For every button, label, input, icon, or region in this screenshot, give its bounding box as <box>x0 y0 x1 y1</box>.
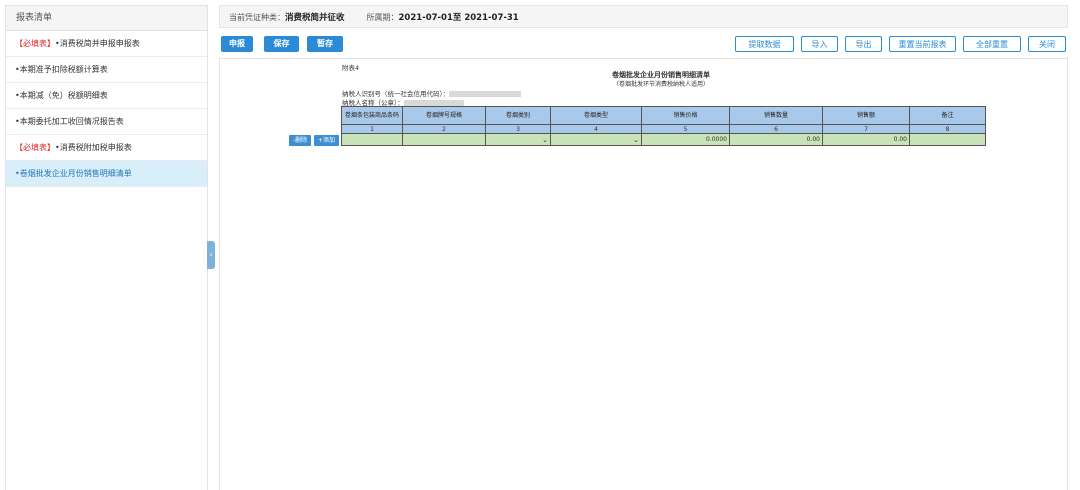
column-number: 5 <box>641 124 730 134</box>
fetch-data-button[interactable]: 提取数据 <box>735 36 794 52</box>
remark-input[interactable] <box>909 133 986 146</box>
column-header: 卷烟类型 <box>550 106 642 125</box>
temp-save-button[interactable]: 暂存 <box>307 36 343 52</box>
column-number-row: 1 2 3 4 5 6 7 8 <box>341 124 986 134</box>
required-tag: 【必填表】 <box>15 39 55 48</box>
sidebar-collapse-handle[interactable]: ‹ <box>207 241 215 269</box>
column-number: 2 <box>402 124 486 134</box>
declare-button[interactable]: 申报 <box>221 36 253 52</box>
table-header-row: 卷烟条包装商品条码 卷烟牌号规格 卷烟类别 卷烟类型 销售价格 销售数量 销售额… <box>341 106 986 125</box>
delete-row-button[interactable]: -删除 <box>289 135 311 146</box>
column-header: 卷烟类别 <box>485 106 551 125</box>
category-label: 当前凭证种类： <box>229 13 285 22</box>
period-label: 所属期： <box>366 13 399 22</box>
column-header: 卷烟条包装商品条码 <box>341 106 403 125</box>
period-value: 2021-07-01至 2021-07-31 <box>398 13 519 23</box>
column-number: 3 <box>485 124 551 134</box>
column-header: 销售价格 <box>641 106 730 125</box>
attachment-label: 附表4 <box>342 64 360 72</box>
chevron-down-icon: ⌄ <box>542 135 548 144</box>
sidebar-item-cigarette-wholesale-sales[interactable]: •卷烟批发企业月份销售明细清单 <box>6 161 207 187</box>
sidebar-item-surcharge-return[interactable]: 【必填表】•消费税附加税申报表 <box>6 135 207 161</box>
column-number: 6 <box>729 124 823 134</box>
chevron-down-icon: ⌄ <box>633 135 639 144</box>
required-tag: 【必填表】 <box>15 143 55 152</box>
column-header: 卷烟牌号规格 <box>402 106 486 125</box>
reset-current-button[interactable]: 重置当前报表 <box>889 36 956 52</box>
column-header: 备注 <box>909 106 986 125</box>
sidebar-item-deductible-tax-calc[interactable]: •本期准予扣除税额计算表 <box>6 57 207 83</box>
sidebar-item-consumption-tax-return[interactable]: 【必填表】•消费税简并申报申报表 <box>6 31 207 57</box>
report-list-sidebar: 报表清单 【必填表】•消费税简并申报申报表 •本期准予扣除税额计算表 •本期减（… <box>5 5 208 490</box>
sidebar-item-entrusted-processing-report[interactable]: •本期委托加工收回情况报告表 <box>6 109 207 135</box>
sidebar-item-label: •本期委托加工收回情况报告表 <box>15 117 124 126</box>
form-work-area: 附表4 卷烟批发企业月份销售明细清单 （卷烟批发环节消费税纳税人适用） 纳税人识… <box>219 58 1068 490</box>
sidebar-item-label: •消费税附加税申报表 <box>55 143 132 152</box>
sidebar-item-label: •卷烟批发企业月份销售明细清单 <box>15 169 132 178</box>
sales-detail-table: 卷烟条包装商品条码 卷烟牌号规格 卷烟类别 卷烟类型 销售价格 销售数量 销售额… <box>341 106 986 146</box>
price-input[interactable]: 0.0000 <box>641 133 730 146</box>
sidebar-title: 报表清单 <box>6 6 207 31</box>
form-subtitle: （卷烟批发环节消费税纳税人适用） <box>613 81 710 88</box>
add-row-button[interactable]: +添加 <box>314 135 339 146</box>
close-button[interactable]: 关闭 <box>1028 36 1066 52</box>
category-select[interactable]: ⌄ <box>485 133 551 146</box>
column-number: 1 <box>341 124 403 134</box>
category-value: 消费税简并征收 <box>285 13 345 23</box>
column-number: 8 <box>909 124 986 134</box>
reset-all-button[interactable]: 全部重置 <box>963 36 1021 52</box>
column-header: 销售数量 <box>729 106 823 125</box>
import-button[interactable]: 导入 <box>801 36 838 52</box>
quantity-input[interactable]: 0.00 <box>729 133 823 146</box>
export-button[interactable]: 导出 <box>845 36 882 52</box>
sidebar-item-label: •本期准予扣除税额计算表 <box>15 65 108 74</box>
sidebar-item-label: •本期减（免）税额明细表 <box>15 91 108 100</box>
sidebar-item-tax-reduction-detail[interactable]: •本期减（免）税额明细表 <box>6 83 207 109</box>
type-select[interactable]: ⌄ <box>550 133 642 146</box>
table-row: ⌄ ⌄ 0.0000 0.00 0.00 <box>341 133 986 146</box>
sidebar-item-label: •消费税简并申报申报表 <box>55 39 140 48</box>
column-number: 7 <box>822 124 910 134</box>
save-button[interactable]: 保存 <box>264 36 299 52</box>
brand-spec-input[interactable] <box>402 133 486 146</box>
barcode-input[interactable] <box>341 133 403 146</box>
column-number: 4 <box>550 124 642 134</box>
voucher-info-bar: 当前凭证种类：消费税简并征收 所属期：2021-07-01至 2021-07-31 <box>219 5 1068 28</box>
column-header: 销售额 <box>822 106 910 125</box>
amount-input[interactable]: 0.00 <box>822 133 910 146</box>
